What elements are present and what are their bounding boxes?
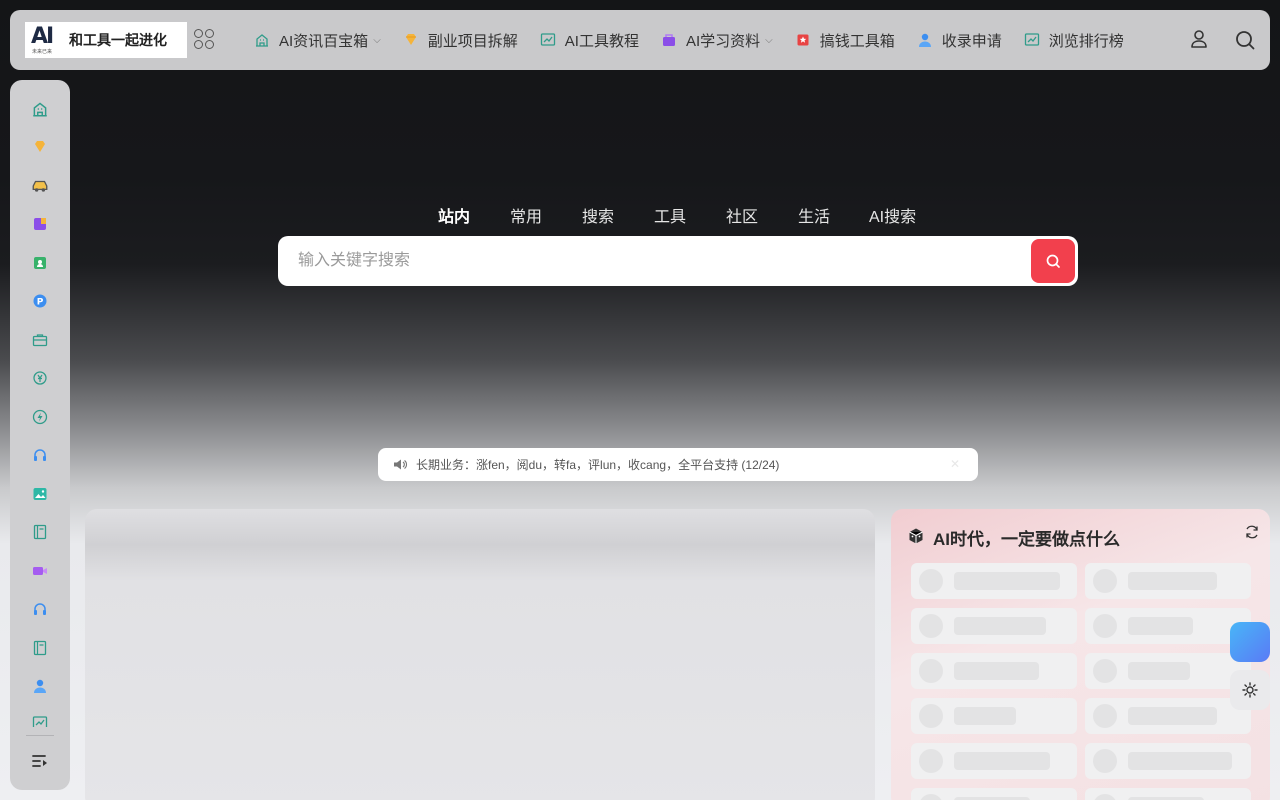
chart-icon[interactable] xyxy=(30,715,50,727)
list-item-placeholder xyxy=(911,698,1077,734)
list-item-placeholder xyxy=(911,608,1077,644)
sidebar-divider xyxy=(26,735,54,736)
video-icon[interactable] xyxy=(30,561,50,581)
book-icon[interactable] xyxy=(30,638,50,658)
speaker-icon xyxy=(394,459,407,470)
green-person-icon[interactable] xyxy=(30,253,50,273)
list-item-placeholder xyxy=(911,653,1077,689)
nav-item-submit[interactable]: 收录申请 xyxy=(917,30,1002,51)
book-icon[interactable] xyxy=(30,522,50,542)
left-sidebar: P xyxy=(10,80,70,790)
search-tabs: 站内 常用 搜索 工具 社区 生活 AI搜索 xyxy=(0,203,1280,227)
list-item-placeholder xyxy=(1085,788,1251,800)
top-header: AI 未来已来 和工具一起进化 AI资讯百宝箱 ⌵ 副业项目拆解 AI工具教程 xyxy=(10,10,1270,70)
nav-label: AI工具教程 xyxy=(564,32,639,50)
search-input[interactable] xyxy=(298,236,1038,286)
nav-label: 浏览排行榜 xyxy=(1048,32,1124,50)
nav-label: 搞钱工具箱 xyxy=(819,32,895,50)
person-icon xyxy=(917,32,933,48)
list-item-placeholder xyxy=(911,788,1077,800)
p-badge-icon[interactable]: P xyxy=(30,291,50,311)
briefcase-icon[interactable] xyxy=(30,330,50,350)
refresh-icon[interactable] xyxy=(1244,524,1260,540)
search-icon xyxy=(1046,254,1060,268)
purple-box-icon xyxy=(661,32,677,48)
diamond-icon xyxy=(403,32,419,48)
nav-item-ai-tutorials[interactable]: AI工具教程 xyxy=(540,30,639,51)
close-icon[interactable]: ✕ xyxy=(950,457,960,471)
tab-ai-search[interactable]: AI搜索 xyxy=(869,203,916,227)
tab-site[interactable]: 站内 xyxy=(438,203,470,227)
logo-mark-sub: 未来已来 xyxy=(32,49,53,55)
chart-icon xyxy=(540,32,556,48)
nav-item-side-projects[interactable]: 副业项目拆解 xyxy=(403,30,518,51)
sun-icon xyxy=(1242,682,1258,698)
main-content-card xyxy=(85,509,875,800)
logo-text: 和工具一起进化 xyxy=(69,32,167,48)
tab-community[interactable]: 社区 xyxy=(726,203,758,227)
bolt-icon[interactable] xyxy=(30,407,50,427)
nav-label: 副业项目拆解 xyxy=(427,32,518,50)
list-item-placeholder xyxy=(911,743,1077,779)
headset-icon[interactable] xyxy=(30,599,50,619)
cube-icon xyxy=(909,528,923,544)
list-item-placeholder xyxy=(1085,653,1251,689)
building-icon xyxy=(254,32,270,48)
nav-item-money-tools[interactable]: 搞钱工具箱 xyxy=(795,30,895,51)
search-bar xyxy=(278,236,1078,286)
sidebar-toggle-icon[interactable] xyxy=(30,751,50,771)
theme-toggle-button[interactable] xyxy=(1230,670,1270,710)
notice-bar: 长期业务：涨fen，阅du，转fa，评lun，收cang，全平台支持 (12/2… xyxy=(378,448,978,481)
tab-search[interactable]: 搜索 xyxy=(582,203,614,227)
car-icon[interactable] xyxy=(30,176,50,196)
floating-action-button[interactable] xyxy=(1230,622,1270,662)
person-icon[interactable] xyxy=(30,676,50,696)
search-button[interactable] xyxy=(1031,239,1075,283)
list-item-placeholder xyxy=(1085,563,1251,599)
tab-tools[interactable]: 工具 xyxy=(654,203,686,227)
apps-grid-icon[interactable] xyxy=(194,29,214,49)
nav-label: AI资讯百宝箱 xyxy=(279,32,369,50)
site-logo[interactable]: AI 未来已来 和工具一起进化 xyxy=(25,22,187,58)
nav-item-ai-news[interactable]: AI资讯百宝箱 ⌵ xyxy=(254,30,381,51)
svg-text:P: P xyxy=(37,298,44,308)
list-item-placeholder xyxy=(1085,608,1251,644)
nav-item-rankings[interactable]: 浏览排行榜 xyxy=(1024,30,1124,51)
headset-icon[interactable] xyxy=(30,445,50,465)
search-icon[interactable] xyxy=(1234,29,1256,51)
logo-mark-text: AI xyxy=(31,24,54,49)
list-item-placeholder xyxy=(1085,698,1251,734)
chevron-down-icon: ⌵ xyxy=(373,34,381,46)
building-icon[interactable] xyxy=(30,99,50,119)
logo-mark: AI 未来已来 xyxy=(29,24,61,56)
nav-label: AI学习资料 xyxy=(685,32,761,50)
red-flag-icon xyxy=(795,32,811,48)
diamond-icon[interactable] xyxy=(30,137,50,157)
chevron-down-icon: ⌵ xyxy=(765,34,773,46)
user-icon[interactable] xyxy=(1188,28,1210,50)
tab-life[interactable]: 生活 xyxy=(798,203,830,227)
notice-text[interactable]: 长期业务：涨fen，阅du，转fa，评lun，收cang，全平台支持 (12/2… xyxy=(416,456,779,473)
nav-label: 收录申请 xyxy=(941,32,1002,50)
image-icon[interactable] xyxy=(30,484,50,504)
chart-icon xyxy=(1024,32,1040,48)
hot-list-card: AI时代，一定要做点什么 xyxy=(891,509,1270,800)
tab-common[interactable]: 常用 xyxy=(510,203,542,227)
main-nav: AI资讯百宝箱 ⌵ 副业项目拆解 AI工具教程 AI学习资料 ⌵ 搞钱工具箱 收… xyxy=(254,10,1146,70)
nav-item-ai-learning[interactable]: AI学习资料 ⌵ xyxy=(661,30,773,51)
card-title: AI时代，一定要做点什么 xyxy=(933,530,1120,549)
list-item-placeholder xyxy=(1085,743,1251,779)
list-item-placeholder xyxy=(911,563,1077,599)
money-icon[interactable] xyxy=(30,368,50,388)
